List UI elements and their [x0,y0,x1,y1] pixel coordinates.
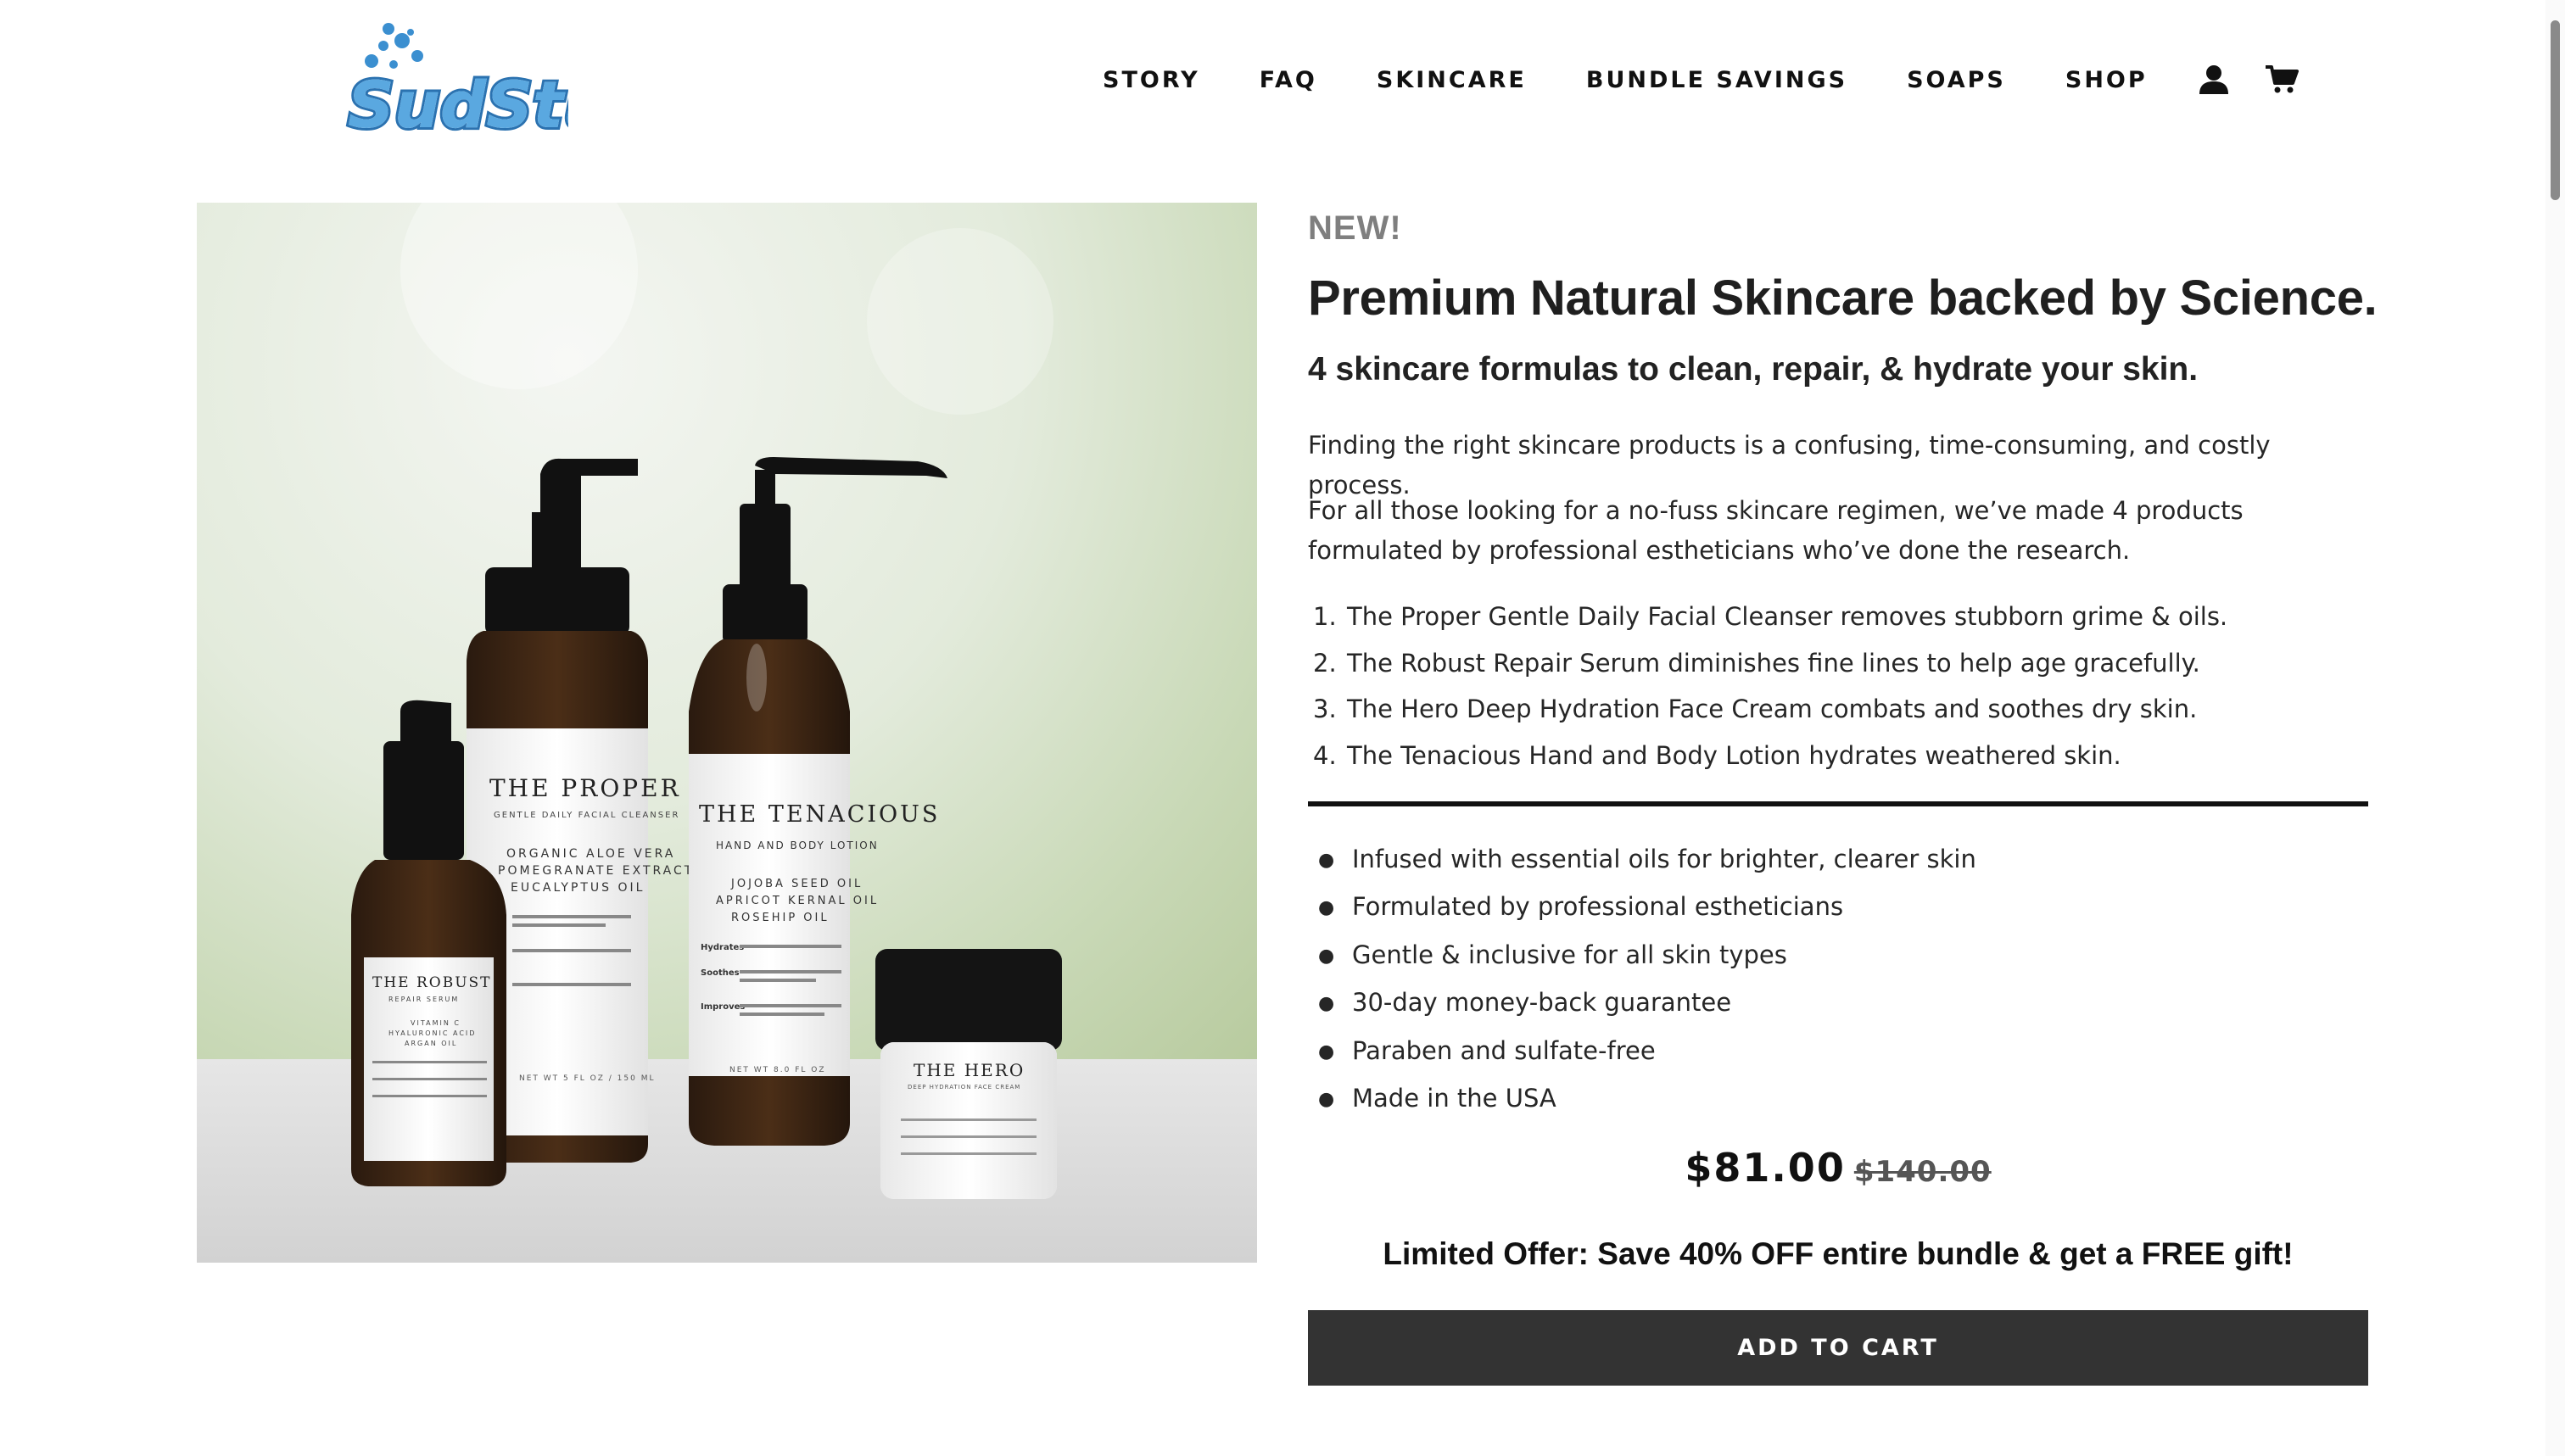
feature-item: ● Paraben and sulfate-free [1318,1035,1656,1065]
nav-soaps[interactable]: SOAPS [1907,67,2006,93]
feature-item: ● Gentle & inclusive for all skin types [1318,940,1787,969]
jar-the-hero: THE HERO DEEP HYDRATION FACE CREAM [875,949,1062,1199]
svg-text:THE ROBUST: THE ROBUST [372,974,492,991]
page-scrollbar[interactable] [2545,0,2565,1456]
feature-list: ● Infused with essential oils for brighte… [1308,836,1976,1123]
nav-shop[interactable]: SHOP [2065,67,2148,93]
sudstud-logo[interactable]: SudStud SudStud [339,17,568,144]
nav-story[interactable]: STORY [1103,67,1200,93]
description-paragraph-2: For all those looking for a no-fuss skin… [1308,496,2244,565]
svg-text:THE TENACIOUS: THE TENACIOUS [699,801,940,828]
scrollbar-thumb[interactable] [2551,20,2560,200]
list-item: 3. The Hero Deep Hydration Face Cream com… [1313,695,2198,723]
svg-text:ARGAN OIL: ARGAN OIL [405,1040,457,1047]
svg-text:Soothes: Soothes [701,968,740,978]
nav-faq[interactable]: FAQ [1260,67,1317,93]
logo-text-fill: SudStud [348,67,568,142]
svg-text:HAND AND BODY LOTION: HAND AND BODY LOTION [716,840,879,851]
sale-price: $81.00 [1685,1145,1846,1191]
svg-text:THE HERO: THE HERO [914,1060,1025,1080]
svg-text:NET WT 5 FL OZ / 150 ML: NET WT 5 FL OZ / 150 ML [519,1074,656,1083]
svg-text:APRICOT KERNAL OIL: APRICOT KERNAL OIL [716,895,879,907]
svg-text:EUCALYPTUS OIL: EUCALYPTUS OIL [511,881,645,895]
svg-text:POMEGRANATE EXTRACT: POMEGRANATE EXTRACT [498,864,694,878]
limited-offer-text: Limited Offer: Save 40% OFF entire bundl… [1383,1236,2294,1271]
add-to-cart-button[interactable]: ADD TO CART [1308,1310,2368,1386]
svg-text:HYALURONIC ACID: HYALURONIC ACID [388,1029,476,1037]
svg-text:DEEP HYDRATION FACE CREAM: DEEP HYDRATION FACE CREAM [908,1084,1020,1091]
cart-button[interactable] [2263,61,2300,98]
feature-item: ● Formulated by professional estheticians [1318,892,1844,922]
list-item: 1. The Proper Gentle Daily Facial Cleanse… [1313,602,2228,631]
svg-text:NET WT 8.0 FL OZ: NET WT 8.0 FL OZ [729,1066,826,1074]
svg-text:GENTLE DAILY FACIAL CLEANSER: GENTLE DAILY FACIAL CLEANSER [494,811,679,820]
svg-text:VITAMIN C: VITAMIN C [411,1019,461,1027]
svg-text:Improves: Improves [701,1002,745,1012]
product-title: Premium Natural Skincare backed by Scien… [1308,271,2378,326]
svg-text:THE PROPER: THE PROPER [489,774,681,802]
price-row: $81.00 $140.00 [1308,1145,2368,1191]
product-subtitle: 4 skincare formulas to clean, repair, & … [1308,351,2199,388]
svg-text:ROSEHIP OIL: ROSEHIP OIL [731,912,830,924]
svg-text:JOJOBA SEED OIL: JOJOBA SEED OIL [730,878,863,890]
nav-skincare[interactable]: SKINCARE [1377,67,1527,93]
user-icon [2199,65,2228,94]
product-image[interactable]: THE PROPER GENTLE DAILY FACIAL CLEANSER … [197,203,1257,1263]
cart-icon [2265,65,2299,93]
svg-text:REPAIR SERUM: REPAIR SERUM [388,996,459,1003]
new-badge: NEW! [1308,209,1402,247]
feature-item: ● Infused with essential oils for brighte… [1318,845,1976,873]
main-nav: STORY FAQ SKINCARE BUNDLE SAVINGS SOAPS … [1103,56,2331,103]
svg-text:ORGANIC ALOE VERA: ORGANIC ALOE VERA [506,847,675,861]
section-divider [1308,801,2368,806]
product-photo: THE PROPER GENTLE DAILY FACIAL CLEANSER … [197,203,1257,1263]
account-button[interactable] [2195,61,2232,98]
nav-bundle-savings[interactable]: BUNDLE SAVINGS [1586,67,1847,93]
list-item: 4. The Tenacious Hand and Body Lotion hyd… [1313,740,2121,770]
list-item: 2. The Robust Repair Serum diminishes fin… [1313,648,2200,678]
product-list: 1. The Proper Gentle Daily Facial Cleanse… [1308,594,2227,778]
site-header: SudStud SudStud STORY FAQ SKINCARE BUNDL… [0,0,2565,170]
feature-item: ● 30-day money-back guarantee [1318,988,1732,1018]
feature-item: ● Made in the USA [1318,1084,1556,1113]
logo-graphic: SudStud SudStud [345,23,568,144]
compare-at-price: $140.00 [1853,1155,1992,1189]
svg-text:Hydrates: Hydrates [701,943,744,952]
